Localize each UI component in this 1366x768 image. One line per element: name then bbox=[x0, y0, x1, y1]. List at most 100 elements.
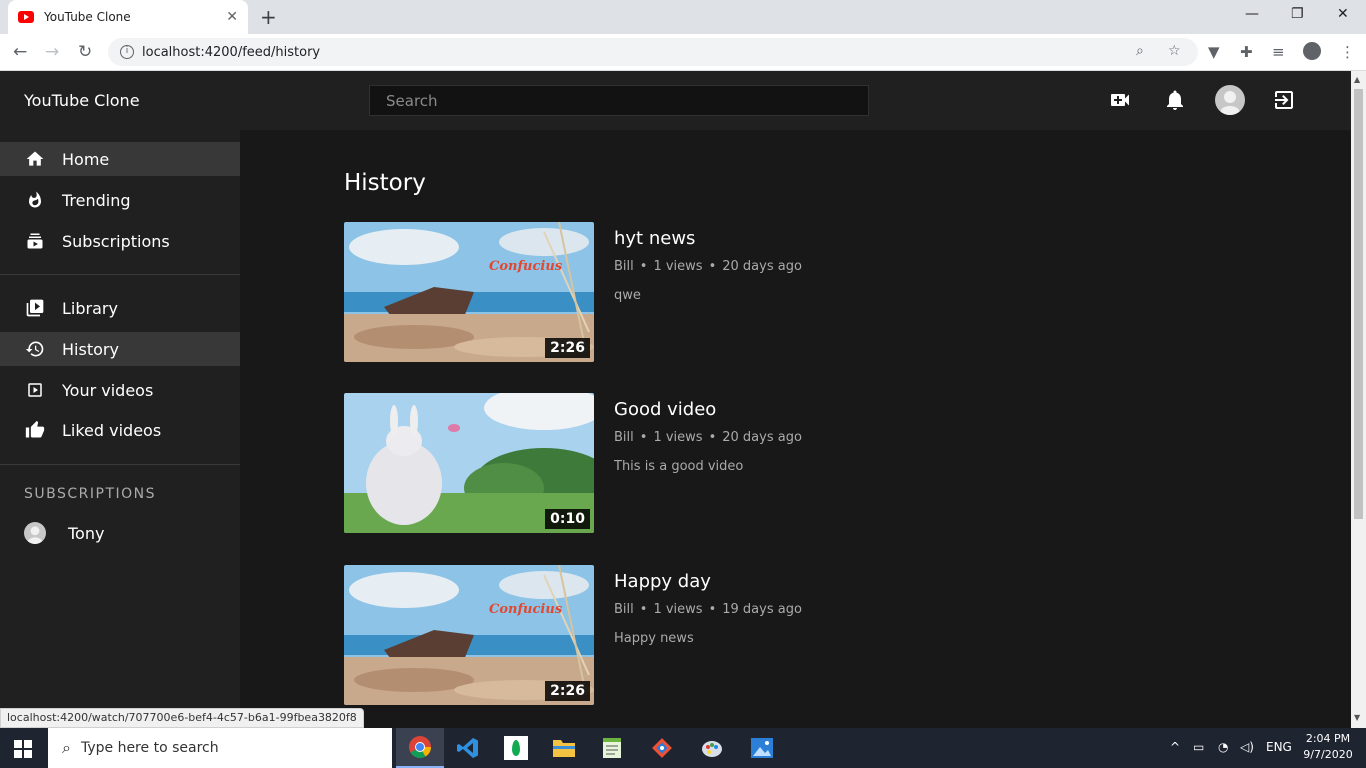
sidebar-item-label: Liked videos bbox=[62, 420, 162, 440]
sidebar-item-your-videos[interactable]: Your videos bbox=[0, 373, 240, 407]
system-clock[interactable]: 2:04 PM 9/7/2020 bbox=[1296, 731, 1360, 763]
history-video-item[interactable]: 0:10 Good video Bill • 1 views • 20 days ago… bbox=[344, 393, 1044, 533]
video-duration: 2:26 bbox=[545, 338, 590, 358]
video-channel[interactable]: Bill bbox=[614, 430, 634, 445]
library-icon bbox=[24, 297, 46, 319]
sign-out-icon[interactable] bbox=[1272, 88, 1296, 112]
video-thumbnail[interactable]: Confucius 2:26 bbox=[344, 222, 594, 362]
window-close-icon[interactable]: ✕ bbox=[1337, 6, 1349, 22]
bookmark-star-icon[interactable]: ☆ bbox=[1168, 43, 1181, 59]
link-status-bar: localhost:4200/watch/707700e6-bef4-4c57-… bbox=[0, 708, 364, 728]
notepad-icon bbox=[603, 738, 621, 758]
sidebar-divider bbox=[0, 464, 240, 465]
profile-icon[interactable] bbox=[1303, 42, 1321, 60]
taskbar-git[interactable] bbox=[638, 728, 686, 768]
address-url: localhost:4200/feed/history bbox=[142, 44, 321, 60]
video-duration: 0:10 bbox=[545, 509, 590, 529]
home-icon bbox=[24, 148, 46, 170]
video-title[interactable]: Happy day bbox=[614, 571, 711, 592]
subscription-item-tony[interactable]: Tony bbox=[24, 522, 104, 544]
avatar-person-icon bbox=[1220, 91, 1240, 115]
history-video-item[interactable]: Confucius 2:26 Happy day Bill • 1 views • 19… bbox=[344, 565, 1044, 705]
your-videos-icon bbox=[24, 379, 46, 401]
battery-icon[interactable]: ▭ bbox=[1193, 740, 1204, 754]
vue-extension-icon[interactable]: ▼ bbox=[1208, 43, 1220, 61]
close-tab-icon[interactable]: ✕ bbox=[226, 9, 238, 25]
taskbar-mongodb[interactable] bbox=[492, 728, 540, 768]
search-input[interactable] bbox=[369, 85, 869, 116]
minimize-icon[interactable]: — bbox=[1245, 6, 1259, 22]
sidebar-item-home[interactable]: Home bbox=[0, 142, 240, 176]
new-tab-icon[interactable]: + bbox=[260, 5, 277, 29]
sidebar-item-label: Your videos bbox=[62, 380, 154, 400]
subscriptions-icon bbox=[24, 230, 46, 252]
taskbar-file-explorer[interactable] bbox=[540, 728, 588, 768]
address-bar[interactable]: i localhost:4200/feed/history ⌕ ☆ bbox=[108, 38, 1198, 66]
clock-time: 2:04 PM bbox=[1305, 732, 1351, 745]
user-avatar[interactable] bbox=[1215, 85, 1245, 115]
browser-tab[interactable]: YouTube Clone ✕ bbox=[8, 0, 248, 34]
windows-start-icon[interactable] bbox=[14, 740, 32, 758]
browser-menu-icon[interactable]: ⋮ bbox=[1340, 43, 1355, 61]
language-indicator[interactable]: ENG bbox=[1266, 740, 1292, 754]
video-title[interactable]: Good video bbox=[614, 399, 716, 420]
sidebar-item-library[interactable]: Library bbox=[0, 291, 240, 325]
sidebar-item-label: Library bbox=[62, 298, 118, 318]
notifications-bell-icon[interactable] bbox=[1163, 88, 1187, 112]
upload-video-icon[interactable] bbox=[1108, 88, 1132, 112]
page-title: History bbox=[344, 170, 426, 196]
subscription-name: Tony bbox=[68, 523, 105, 543]
scroll-up-arrow-icon[interactable]: ▲ bbox=[1354, 75, 1360, 84]
app-title[interactable]: YouTube Clone bbox=[24, 91, 140, 110]
taskbar-search-box[interactable]: ⌕ Type here to search bbox=[48, 728, 392, 768]
sidebar-divider bbox=[0, 274, 240, 275]
zoom-icon[interactable]: ⌕ bbox=[1136, 43, 1144, 59]
video-channel[interactable]: Bill bbox=[614, 602, 634, 617]
svg-text:Confucius: Confucius bbox=[489, 602, 563, 617]
video-views: 1 views bbox=[653, 430, 703, 445]
history-icon bbox=[24, 338, 46, 360]
volume-icon[interactable]: ◁) bbox=[1240, 740, 1254, 754]
chrome-icon bbox=[409, 736, 431, 758]
thumbs-up-icon bbox=[24, 419, 46, 441]
browser-toolbar: ← → ↻ i localhost:4200/feed/history ⌕ ☆ bbox=[0, 34, 1366, 71]
taskbar-chrome[interactable] bbox=[396, 728, 444, 768]
tray-overflow-chevron-icon[interactable]: ^ bbox=[1170, 740, 1180, 754]
history-video-item[interactable]: Confucius 2:26 hyt news Bill • 1 views • 20 … bbox=[344, 222, 1044, 362]
sidebar-item-label: Home bbox=[62, 149, 110, 169]
avatar-person-icon bbox=[27, 526, 43, 544]
sidebar-item-trending[interactable]: Trending bbox=[0, 183, 240, 217]
page-scrollbar[interactable]: ▲ ▼ bbox=[1351, 71, 1366, 728]
video-views: 1 views bbox=[653, 259, 703, 274]
taskbar-photos[interactable] bbox=[738, 728, 786, 768]
extensions-puzzle-icon[interactable]: ✚ bbox=[1240, 43, 1253, 61]
forward-arrow-icon[interactable]: → bbox=[45, 42, 59, 62]
sidebar-item-label: Subscriptions bbox=[62, 231, 170, 251]
wifi-icon[interactable]: ◔ bbox=[1218, 740, 1228, 754]
taskbar-notepad[interactable] bbox=[588, 728, 636, 768]
taskbar-paint[interactable] bbox=[688, 728, 736, 768]
video-meta: Bill • 1 views • 19 days ago bbox=[614, 602, 802, 617]
media-queue-icon[interactable]: ≡ bbox=[1272, 43, 1285, 61]
sidebar-item-label: History bbox=[62, 339, 119, 359]
scroll-thumb[interactable] bbox=[1354, 89, 1363, 519]
video-age: 20 days ago bbox=[722, 430, 802, 445]
video-thumbnail[interactable]: Confucius 2:26 bbox=[344, 565, 594, 705]
video-description: Happy news bbox=[614, 631, 694, 646]
taskbar-vscode[interactable] bbox=[444, 728, 492, 768]
vscode-icon bbox=[457, 738, 478, 758]
sidebar-item-subscriptions[interactable]: Subscriptions bbox=[0, 224, 240, 258]
video-thumbnail[interactable]: 0:10 bbox=[344, 393, 594, 533]
back-arrow-icon[interactable]: ← bbox=[13, 42, 27, 62]
channel-avatar bbox=[24, 522, 46, 544]
video-channel[interactable]: Bill bbox=[614, 259, 634, 274]
reload-icon[interactable]: ↻ bbox=[78, 42, 92, 62]
sidebar-item-liked-videos[interactable]: Liked videos bbox=[0, 413, 240, 447]
sidebar: Home Trending Subscriptions Library Hist… bbox=[0, 130, 240, 728]
sidebar-item-history[interactable]: History bbox=[0, 332, 240, 366]
restore-icon[interactable]: ❐ bbox=[1291, 6, 1304, 22]
svg-text:Confucius: Confucius bbox=[489, 259, 563, 274]
video-title[interactable]: hyt news bbox=[614, 228, 695, 249]
scroll-down-arrow-icon[interactable]: ▼ bbox=[1354, 713, 1360, 722]
site-info-icon[interactable]: i bbox=[120, 45, 134, 59]
